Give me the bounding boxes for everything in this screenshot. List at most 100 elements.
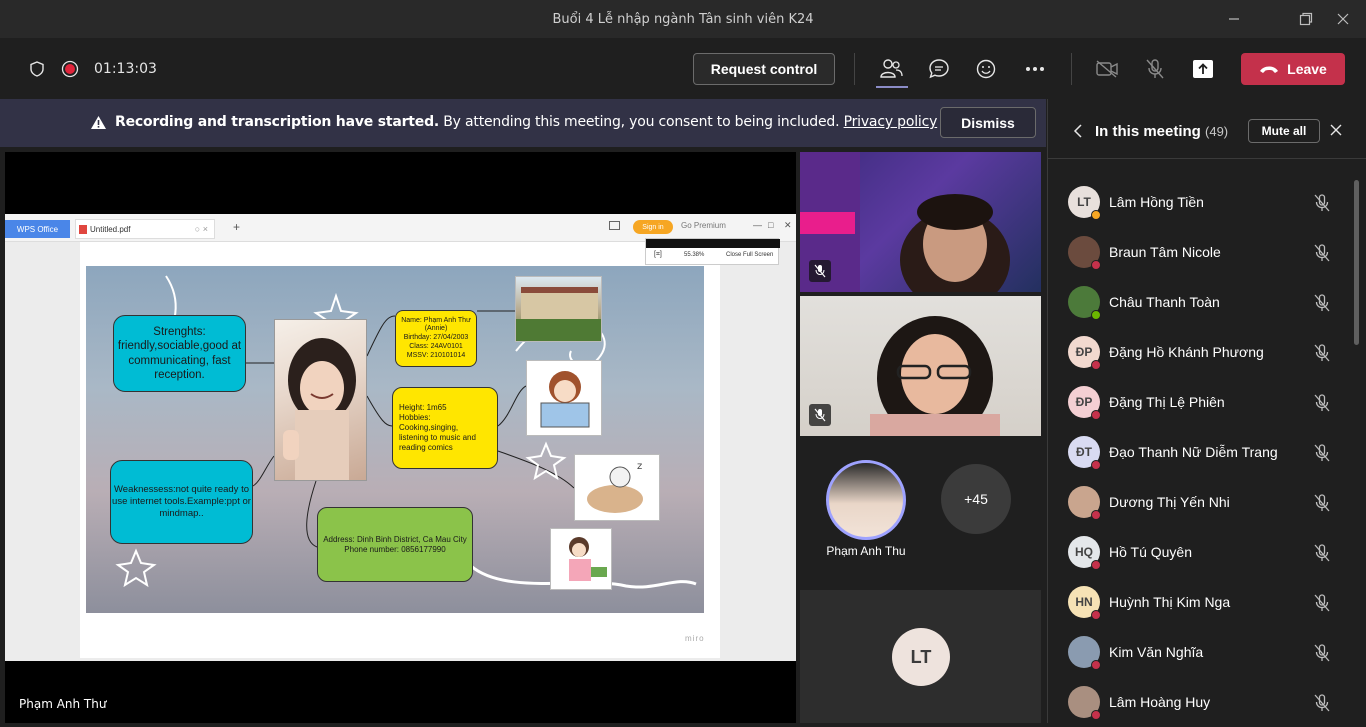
chevron-left-icon[interactable] (1073, 124, 1083, 138)
participant-name: Châu Thanh Toàn (1109, 294, 1220, 310)
participant-mic[interactable] (1313, 293, 1331, 318)
sign-in-button[interactable]: Sign in (633, 220, 673, 234)
miro-watermark: miro (685, 634, 705, 643)
participant-row[interactable]: Kim Văn Nghĩa (1048, 627, 1366, 677)
participant-row[interactable]: ĐP Đặng Thị Lệ Phiên (1048, 377, 1366, 427)
avatar-initials-lt: LT (892, 628, 950, 686)
fit-icon[interactable]: [⌗] (654, 251, 662, 259)
mic-off-icon (1314, 194, 1330, 212)
participant-mic[interactable] (1313, 343, 1331, 368)
mic-off-icon (814, 408, 826, 422)
leave-button[interactable]: Leave (1241, 53, 1345, 85)
participant-row[interactable]: ĐT Đạo Thanh Nữ Diễm Trang (1048, 427, 1366, 477)
mic-off-icon (1314, 544, 1330, 562)
participant-row[interactable]: ĐP Đặng Hồ Khánh Phương (1048, 327, 1366, 377)
close-window-button[interactable] (1320, 0, 1366, 38)
request-control-button[interactable]: Request control (693, 53, 835, 85)
mic-off-icon (1314, 244, 1330, 262)
participant-row[interactable]: HQ Hồ Tú Quyên (1048, 527, 1366, 577)
minimize-icon (1229, 18, 1239, 20)
people-button[interactable] (878, 56, 904, 82)
share-screen-icon (1193, 60, 1213, 78)
participant-mic[interactable] (1313, 193, 1331, 218)
strengths-node: Strenghts: friendly,sociable,good at com… (113, 315, 246, 392)
participant-mic[interactable] (1313, 543, 1331, 568)
go-premium-link[interactable]: Go Premium (681, 221, 726, 230)
participant-name: Đạo Thanh Nữ Diễm Trang (1109, 444, 1278, 460)
mute-all-button[interactable]: Mute all (1248, 119, 1320, 143)
more-actions-button[interactable] (1022, 56, 1048, 82)
pdf-icon (79, 225, 87, 234)
wps-document-tab[interactable]: Untitled.pdf ○ × (75, 219, 215, 239)
toolbar-divider (1071, 53, 1072, 85)
participant-name: Lâm Hoàng Huy (1109, 694, 1211, 710)
close-icon[interactable] (1330, 124, 1342, 136)
mic-off-icon (1314, 344, 1330, 362)
panel-scrollbar[interactable] (1354, 180, 1359, 345)
address-line: Address: Dinh Binh District, Ca Mau City (323, 534, 467, 544)
minimize-button[interactable] (1211, 0, 1257, 38)
participant-mic[interactable] (1313, 443, 1331, 468)
avatar-pham-anh-thu[interactable] (826, 460, 906, 540)
more-participants-button[interactable]: +45 (941, 464, 1011, 534)
participant-row[interactable]: Braun Tâm Nicole (1048, 227, 1366, 277)
zoom-bar: [⌗] 55.38% Close Full Screen (645, 238, 780, 265)
hobby-line: listening to music and (399, 433, 476, 442)
participant-mic[interactable] (1313, 693, 1331, 718)
mic-off-icon (1314, 694, 1330, 712)
participant-mic[interactable] (1313, 493, 1331, 518)
participant-row[interactable]: Châu Thanh Toàn (1048, 277, 1366, 327)
hobby-line: reading comics (399, 443, 453, 452)
info-line: (Annie) (424, 325, 448, 333)
restore-icon (1299, 12, 1313, 26)
window-title: Buổi 4 Lễ nhập ngành Tân sinh viên K24 (552, 11, 814, 27)
participant-mic[interactable] (1313, 593, 1331, 618)
participant-row[interactable]: LT Lâm Hồng Tiền (1048, 177, 1366, 227)
mic-off-icon (814, 264, 826, 278)
participant-name: Hồ Tú Quyên (1109, 544, 1193, 560)
mic-button[interactable] (1142, 56, 1168, 82)
chat-button[interactable] (926, 56, 952, 82)
cooking-girl-image (550, 528, 612, 590)
title-bar: Buổi 4 Lễ nhập ngành Tân sinh viên K24 (0, 0, 1366, 38)
video-tile-speaker[interactable] (800, 152, 1041, 292)
share-button[interactable] (1190, 56, 1216, 82)
mic-off-icon (1314, 394, 1330, 412)
camera-button[interactable] (1094, 56, 1120, 82)
window-icon (609, 221, 620, 230)
close-fullscreen-button[interactable]: Close Full Screen (726, 252, 773, 258)
banner-message: Recording and transcription have started… (115, 114, 937, 130)
participant-row[interactable]: HN Huỳnh Thị Kim Nga (1048, 577, 1366, 627)
info-line: Name: Phạm Anh Thư (401, 316, 471, 324)
participants-panel: In this meeting (49) Mute all LT Lâm Hồng… (1047, 99, 1366, 723)
privacy-policy-link[interactable]: Privacy policy (844, 114, 938, 130)
tab-close-icon[interactable]: ○ × (195, 224, 208, 234)
participant-mic[interactable] (1313, 393, 1331, 418)
muted-badge (809, 260, 831, 282)
personal-info-node: Name: Phạm Anh Thư (Annie) Birthday: 27/… (395, 310, 477, 367)
wps-app-tab[interactable]: WPS Office (5, 220, 70, 238)
reactions-button[interactable] (974, 56, 1000, 82)
participant-row[interactable]: Dương Thị Yến Nhi (1048, 477, 1366, 527)
wps-close-icon[interactable]: ✕ (784, 220, 792, 231)
participant-mic[interactable] (1313, 643, 1331, 668)
dismiss-button[interactable]: Dismiss (940, 107, 1036, 138)
participant-row[interactable]: Lâm Hoàng Huy (1048, 677, 1366, 727)
participant-name: Đặng Hồ Khánh Phương (1109, 344, 1264, 360)
recording-banner: Recording and transcription have started… (0, 99, 1046, 147)
participant-count: (49) (1205, 124, 1229, 139)
video-tile-participant[interactable] (800, 296, 1041, 436)
new-tab-icon[interactable]: + (233, 220, 240, 234)
wps-minimize-icon[interactable]: — (753, 220, 762, 230)
shield-icon (28, 60, 46, 78)
reading-girl-image (526, 360, 602, 436)
participant-name: Huỳnh Thị Kim Nga (1109, 594, 1231, 610)
participant-mic[interactable] (1313, 243, 1331, 268)
weaknesses-node: Weaknessess:not quite ready to use inter… (110, 460, 253, 544)
info-line: Class: 24AV0101 (409, 342, 463, 350)
presence-status-icon (1091, 510, 1101, 520)
warning-icon (91, 116, 106, 129)
presence-status-icon (1091, 660, 1101, 670)
mic-off-icon (1314, 644, 1330, 662)
wps-restore-icon[interactable]: □ (768, 220, 773, 230)
